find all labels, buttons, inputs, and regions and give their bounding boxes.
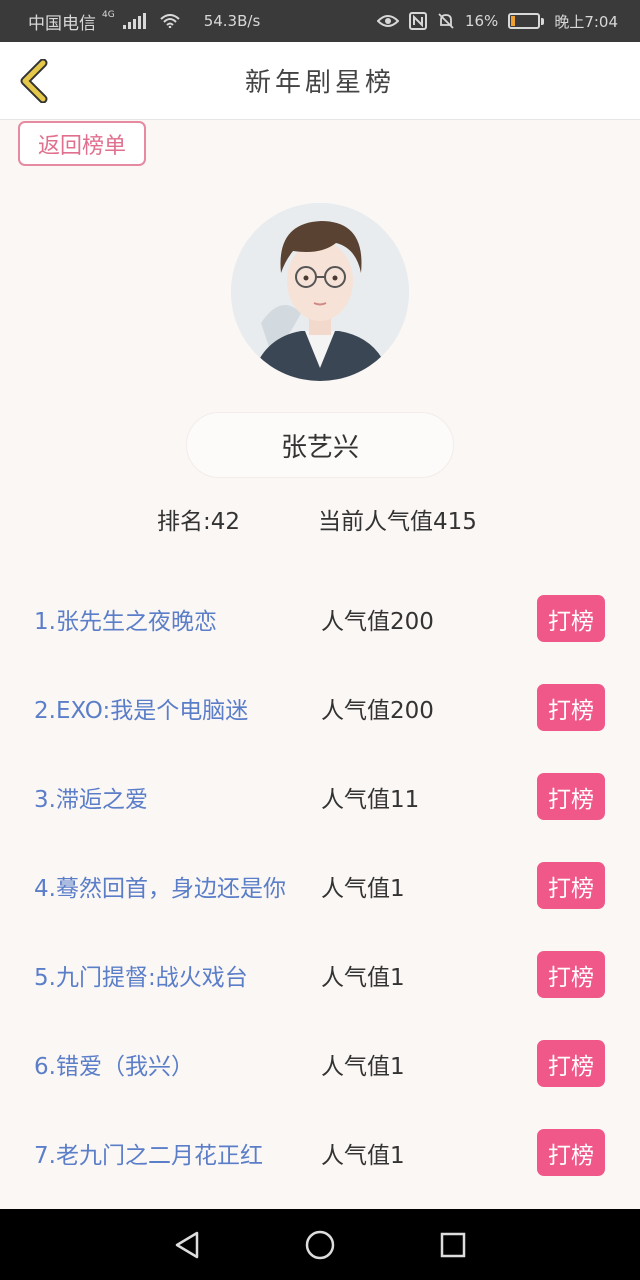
list-item: 1.张先生之夜晚恋 人气值200 打榜 — [0, 574, 640, 663]
drama-popularity: 人气值1 — [321, 1143, 405, 1169]
list-item: 4.蓦然回首，身边还是你 人气值1 打榜 — [0, 841, 640, 930]
star-stats: 排名:42 当前人气值415 — [0, 502, 640, 538]
vote-button[interactable]: 打榜 — [537, 773, 605, 820]
drama-title[interactable]: 2.EXO:我是个电脑迷 — [34, 691, 248, 725]
list-item: 5.九门提督:战火戏台 人气值1 打榜 — [0, 930, 640, 1019]
system-nav-bar — [0, 1209, 640, 1280]
drama-popularity: 人气值1 — [321, 965, 405, 991]
eye-icon — [376, 15, 399, 27]
vote-button[interactable]: 打榜 — [537, 1129, 605, 1176]
avatar — [231, 203, 409, 381]
drama-title[interactable]: 1.张先生之夜晚恋 — [34, 602, 217, 636]
vote-button[interactable]: 打榜 — [537, 684, 605, 731]
drama-title[interactable]: 4.蓦然回首，身边还是你 — [34, 869, 286, 903]
drama-popularity: 人气值11 — [321, 787, 420, 813]
nav-home-button[interactable] — [300, 1225, 340, 1265]
app-header: 新年剧星榜 — [0, 42, 640, 120]
rank-text: 排名:42 — [157, 509, 241, 535]
list-item: 6.错爱（我兴） 人气值1 打榜 — [0, 1019, 640, 1108]
drama-popularity: 人气值1 — [321, 876, 405, 902]
return-to-list-button[interactable]: 返回榜单 — [18, 121, 146, 166]
battery-percent: 16% — [464, 12, 499, 30]
nav-back-button[interactable] — [167, 1225, 207, 1265]
list-item: 3.滞逅之爱 人气值11 打榜 — [0, 752, 640, 841]
nfc-icon — [408, 12, 427, 30]
status-bar: 中国电信 4G 54.3B/s 16% 晚上7:04 — [0, 0, 640, 42]
drama-title[interactable]: 6.错爱（我兴） — [34, 1047, 194, 1081]
circle-home-icon — [305, 1230, 335, 1259]
page-title: 新年剧星榜 — [244, 68, 395, 98]
carrier-label: 中国电信 — [28, 13, 96, 34]
vote-button[interactable]: 打榜 — [537, 862, 605, 909]
star-name: 张艺兴 — [186, 412, 454, 478]
mute-bell-icon — [438, 13, 454, 29]
drama-title[interactable]: 7.老九门之二月花正红 — [34, 1136, 263, 1170]
wifi-icon — [160, 14, 180, 28]
list-item: 7.老九门之二月花正红 人气值1 打榜 — [0, 1108, 640, 1197]
drama-title[interactable]: 3.滞逅之爱 — [34, 780, 148, 814]
clock: 晚上7:04 — [554, 12, 618, 31]
drama-title[interactable]: 5.九门提督:战火戏台 — [34, 958, 248, 992]
network-badge: 4G — [102, 10, 115, 20]
battery-icon — [508, 13, 545, 29]
square-recents-icon — [441, 1232, 466, 1257]
triangle-back-icon — [175, 1231, 198, 1258]
vote-button[interactable]: 打榜 — [537, 595, 605, 642]
nav-recents-button[interactable] — [433, 1225, 473, 1265]
drama-popularity: 人气值200 — [321, 609, 434, 635]
vote-button[interactable]: 打榜 — [537, 951, 605, 998]
chevron-left-icon — [20, 59, 48, 103]
signal-icon — [122, 13, 146, 29]
drama-list: 1.张先生之夜晚恋 人气值200 打榜 2.EXO:我是个电脑迷 人气值200 … — [0, 574, 640, 1197]
drama-popularity: 人气值200 — [321, 698, 434, 724]
drama-popularity: 人气值1 — [321, 1054, 405, 1080]
list-item: 2.EXO:我是个电脑迷 人气值200 打榜 — [0, 663, 640, 752]
back-button[interactable] — [16, 58, 52, 104]
network-speed: 54.3B/s — [203, 12, 261, 30]
popularity-text: 当前人气值415 — [318, 509, 477, 535]
vote-button[interactable]: 打榜 — [537, 1040, 605, 1087]
